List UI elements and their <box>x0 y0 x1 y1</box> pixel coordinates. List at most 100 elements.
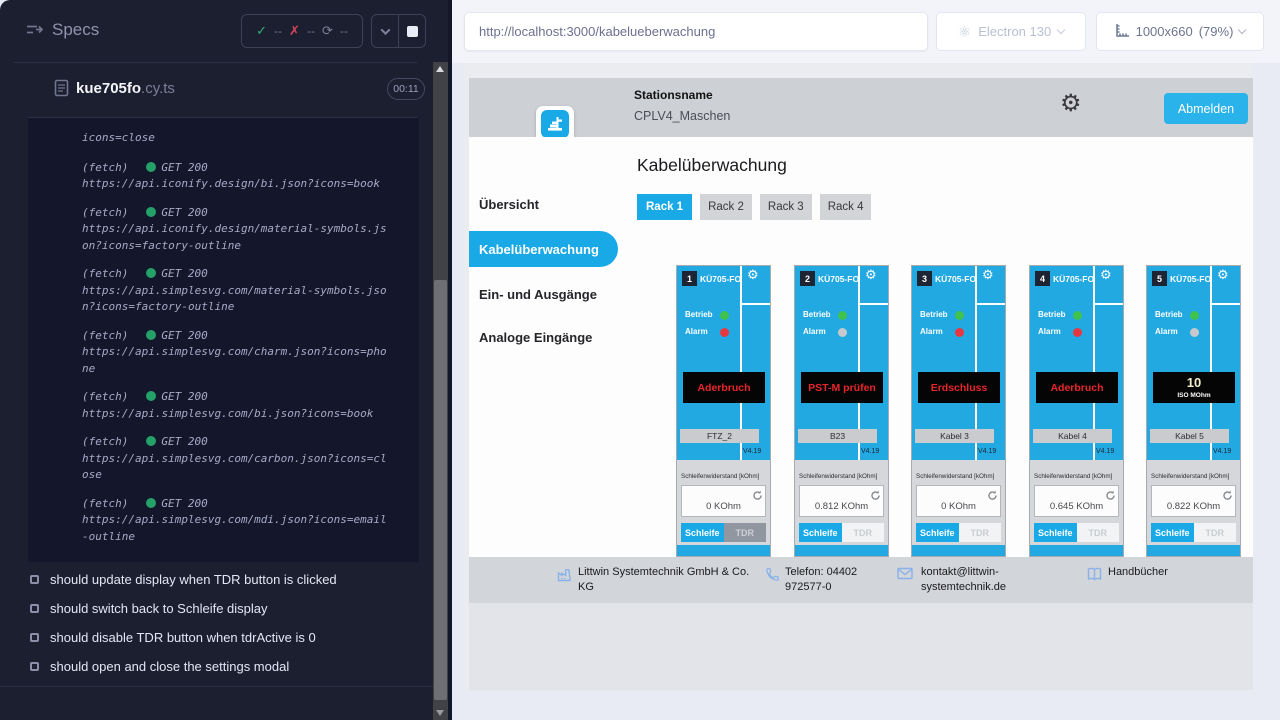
test-row[interactable]: should update display when TDR button is… <box>0 565 433 594</box>
schleife-button[interactable]: Schleife <box>1151 523 1194 542</box>
card-settings-gear-icon[interactable]: ⚙ <box>865 269 877 282</box>
sidebar-item-analoge-eingaenge[interactable]: Analoge Eingänge <box>479 330 592 345</box>
iso-unit: ISO MOhm <box>1177 392 1210 399</box>
tab-rack-2[interactable]: Rack 2 <box>700 194 752 220</box>
log-entry[interactable]: (fetch)GET 200 https://api.simplesvg.com… <box>82 496 392 546</box>
pending-test-icon <box>30 604 39 613</box>
card-settings-gear-icon[interactable]: ⚙ <box>747 269 759 282</box>
phone-number[interactable]: Telefon: 04402 972577-0 <box>785 565 899 595</box>
command-log: icons=close (fetch)GET 200 https://api.i… <box>28 118 419 562</box>
station-label: Stationsname <box>634 88 730 102</box>
specs-list-icon[interactable] <box>26 22 43 42</box>
status-display: 10 ISO MOhm <box>1153 372 1235 403</box>
schleife-button[interactable]: Schleife <box>1034 523 1077 542</box>
test-row[interactable]: should disable TDR button when tdrActive… <box>0 623 433 652</box>
card-model-label: KÜ705-FO <box>1170 274 1211 284</box>
test-row[interactable]: should open and close the settings modal <box>0 652 433 681</box>
failed-icon: ✗ <box>289 24 300 39</box>
card-settings-gear-icon[interactable]: ⚙ <box>1100 269 1112 282</box>
run-stats: ✓-- ✗-- ⟳-- <box>241 14 363 48</box>
electron-icon: ⚛ <box>958 23 971 41</box>
log-source: (fetch) <box>82 390 128 403</box>
status-dot-icon <box>146 162 156 172</box>
tab-rack-1[interactable]: Rack 1 <box>637 194 692 220</box>
card-model-label: KÜ705-FO <box>935 274 976 284</box>
status-dot-icon <box>146 436 156 446</box>
mode-buttons: Schleife TDR <box>799 523 884 542</box>
schleife-button[interactable]: Schleife <box>681 523 724 542</box>
card-model-label: KÜ705-FO <box>700 274 741 284</box>
betrieb-led <box>838 311 847 320</box>
specs-title: Specs <box>52 20 99 40</box>
tdr-button: TDR <box>959 523 1002 542</box>
monitor-card-2: 2 KÜ705-FO ⚙ Betrieb Alarm PST-M prüfen … <box>794 265 889 557</box>
betrieb-led <box>1190 311 1199 320</box>
scrollbar-thumb[interactable] <box>434 280 447 700</box>
mode-buttons: Schleife TDR <box>1034 523 1119 542</box>
log-source: (fetch) <box>82 329 128 342</box>
viewport-select[interactable]: 1000x660 (79%) <box>1096 12 1264 51</box>
log-entry[interactable]: (fetch)GET 200 https://api.iconify.desig… <box>82 160 392 193</box>
tab-rack-4[interactable]: Rack 4 <box>820 194 872 220</box>
email-address[interactable]: kontakt@littwin-systemtechnik.de <box>921 565 1017 595</box>
status-dot-icon <box>146 391 156 401</box>
betrieb-label: Betrieb <box>1155 310 1183 319</box>
browser-select[interactable]: ⚛ Electron 130 <box>936 12 1086 51</box>
log-entry[interactable]: (fetch)GET 200 https://api.iconify.desig… <box>82 205 392 255</box>
url-input[interactable]: http://localhost:3000/kabelueberwachung <box>464 12 928 51</box>
log-entry[interactable]: (fetch)GET 200 https://api.simplesvg.com… <box>82 328 392 378</box>
viewport-ruler-icon <box>1115 23 1130 41</box>
log-url: https://api.iconify.design/bi.json?icons… <box>82 176 392 193</box>
book-icon <box>1086 567 1103 584</box>
scroll-up-icon[interactable] <box>436 66 444 72</box>
log-entry[interactable]: (fetch)GET 200 https://api.simplesvg.com… <box>82 389 392 422</box>
log-status: GET 200 <box>161 267 207 280</box>
log-entry[interactable]: (fetch)GET 200 https://api.simplesvg.com… <box>82 434 392 484</box>
cypress-reporter-panel: Specs ✓-- ✗-- ⟳-- kue705fo.cy.ts 00:11 i… <box>0 0 452 720</box>
cable-name-label: B23 <box>798 429 877 443</box>
betrieb-label: Betrieb <box>920 310 948 319</box>
card-settings-gear-icon[interactable]: ⚙ <box>1217 269 1229 282</box>
alarm-label: Alarm <box>1155 327 1178 336</box>
settings-gear-icon[interactable]: ⚙ <box>1060 91 1082 115</box>
browser-bar: http://localhost:3000/kabelueberwachung … <box>452 0 1280 63</box>
resistance-value: 0 KOhm <box>917 501 1000 512</box>
reporter-scrollbar[interactable] <box>433 62 448 720</box>
divider <box>977 303 1006 305</box>
mode-buttons: Schleife TDR <box>916 523 1001 542</box>
page-background <box>469 603 1253 690</box>
test-title: should disable TDR button when tdrActive… <box>50 630 316 645</box>
resistance-value: 0 KOhm <box>682 501 765 512</box>
stop-button[interactable] <box>399 15 425 47</box>
log-entry[interactable]: (fetch)GET 200 https://api.simplesvg.com… <box>82 266 392 316</box>
log-status: GET 200 <box>161 390 207 403</box>
scroll-down-icon[interactable] <box>436 710 444 716</box>
alarm-message: Aderbruch <box>697 382 750 394</box>
viewport-zoom-label: (79%) <box>1199 24 1234 39</box>
schleife-button[interactable]: Schleife <box>799 523 842 542</box>
page-title: Kabelüberwachung <box>637 155 787 176</box>
status-dot-icon <box>146 330 156 340</box>
spec-file-row[interactable]: kue705fo.cy.ts 00:11 <box>0 70 448 110</box>
tdr-button[interactable]: TDR <box>724 523 767 542</box>
resistance-label: Schleifenwiderstand [kOhm] <box>916 473 994 480</box>
resistance-label: Schleifenwiderstand [kOhm] <box>1151 473 1229 480</box>
chevron-down-icon <box>380 25 390 35</box>
sidebar-item-uebersicht[interactable]: Übersicht <box>479 197 539 212</box>
manuals-link[interactable]: Handbücher <box>1108 565 1168 580</box>
spec-file-icon <box>54 79 69 102</box>
sidebar-item-kabelueberwachung[interactable]: Kabelüberwachung <box>469 231 618 267</box>
divider <box>1212 303 1241 305</box>
card-settings-gear-icon[interactable]: ⚙ <box>982 269 994 282</box>
test-row[interactable]: should switch back to Schleife display <box>0 594 433 623</box>
measurement-panel: Schleifenwiderstand [kOhm] 0 KOhm Schlei… <box>677 460 770 557</box>
divider <box>14 62 417 63</box>
schleife-button[interactable]: Schleife <box>916 523 959 542</box>
alarm-led <box>720 328 729 337</box>
chevron-down-icon <box>1057 26 1065 34</box>
sidebar-item-ein-und-ausgaenge[interactable]: Ein- und Ausgänge <box>479 287 597 302</box>
log-source: (fetch) <box>82 206 128 219</box>
logout-button[interactable]: Abmelden <box>1164 93 1248 124</box>
tab-rack-3[interactable]: Rack 3 <box>760 194 812 220</box>
collapse-button[interactable] <box>372 15 398 47</box>
